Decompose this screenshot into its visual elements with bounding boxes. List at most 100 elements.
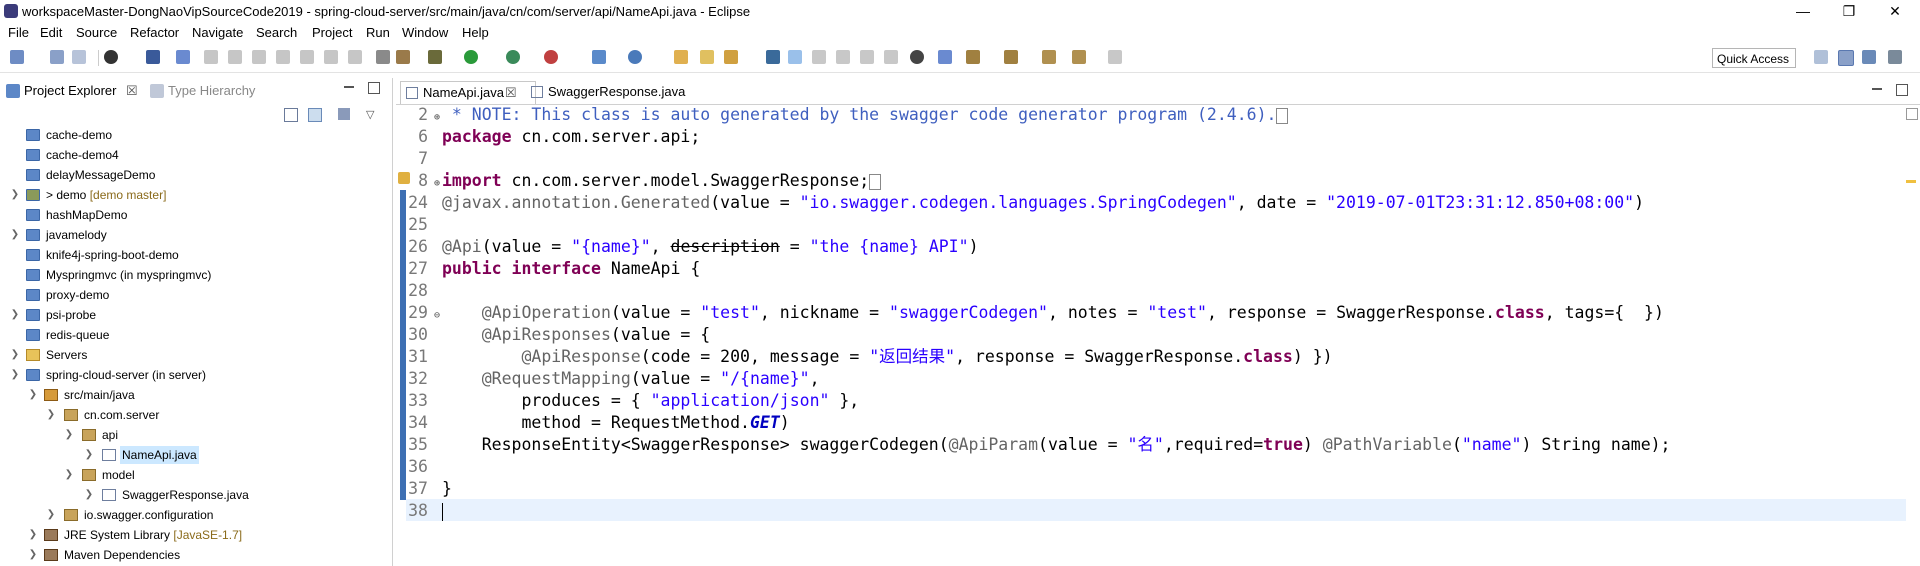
step-return-icon[interactable] <box>348 50 362 64</box>
mark-occurrences-icon[interactable] <box>788 50 802 64</box>
collapse-chevron-icon[interactable]: ❯ <box>64 466 74 484</box>
tree-item-spring-cloud-server[interactable]: ❯ spring-cloud-server (in server) <box>0 366 390 384</box>
tree-item-swaggerresponse-java[interactable]: ❯ SwaggerResponse.java <box>0 486 390 504</box>
code-line-38[interactable]: 38 <box>406 500 443 522</box>
tree-item-psi-probe[interactable]: ❯ psi-probe <box>0 306 390 324</box>
expand-chevron-icon[interactable]: ❯ <box>10 346 20 364</box>
debug-icon[interactable] <box>428 50 442 64</box>
expand-chevron-icon[interactable]: ❯ <box>84 486 94 504</box>
menu-refactor[interactable]: Refactor <box>130 25 179 40</box>
maximize-button[interactable]: ❐ <box>1826 0 1872 24</box>
collapse-chevron-icon[interactable]: ❯ <box>46 406 56 424</box>
minimize-view-icon[interactable] <box>344 86 354 88</box>
step-over-icon[interactable] <box>324 50 338 64</box>
tree-item-knife4j[interactable]: knife4j-spring-boot-demo <box>0 246 390 264</box>
java-ee-perspective-icon[interactable] <box>1838 50 1854 66</box>
tree-item-demo[interactable]: ❯ > demo [demo master] <box>0 186 390 204</box>
menu-file[interactable]: File <box>8 25 29 40</box>
pilcrow-icon[interactable] <box>860 50 874 64</box>
tree-item-src-main-java[interactable]: ❯ src/main/java <box>0 386 390 404</box>
tree-item-cache-demo[interactable]: cache-demo <box>0 126 390 144</box>
menu-edit[interactable]: Edit <box>40 25 62 40</box>
open-type-icon[interactable] <box>674 50 688 64</box>
globe-icon[interactable] <box>910 50 924 64</box>
new-java-project-icon[interactable] <box>592 50 606 64</box>
debug-perspective-icon[interactable] <box>1888 50 1902 64</box>
terminate-icon[interactable] <box>252 50 266 64</box>
next-annotation-icon[interactable] <box>766 50 780 64</box>
save-all-icon[interactable] <box>72 50 86 64</box>
collapse-all-icon[interactable] <box>284 108 298 122</box>
menu-run[interactable]: Run <box>366 25 390 40</box>
open-folder-icon[interactable] <box>700 50 714 64</box>
close-tab-icon[interactable]: ☒ <box>126 81 138 101</box>
tree-item-io-swagger-configuration[interactable]: ❯ io.swagger.configuration <box>0 506 390 524</box>
tree-item-hashmapdemo[interactable]: hashMapDemo <box>0 206 390 224</box>
close-button[interactable]: ✕ <box>1872 0 1918 24</box>
new-icon[interactable] <box>10 50 24 64</box>
folded-marker-icon[interactable] <box>869 173 882 190</box>
tab-nameapi-java[interactable]: NameApi.java ☒ <box>400 81 536 104</box>
maximize-view-icon[interactable] <box>368 82 380 94</box>
tree-item-model[interactable]: ❯ model <box>0 466 390 484</box>
warning-marker-icon[interactable] <box>398 172 410 184</box>
step-into-icon[interactable] <box>300 50 314 64</box>
last-edit-icon[interactable] <box>1042 50 1056 64</box>
menu-window[interactable]: Window <box>402 25 448 40</box>
skip-breakpoints-icon[interactable] <box>176 50 190 64</box>
overview-warning-marker[interactable] <box>1906 180 1916 183</box>
expand-chevron-icon[interactable]: ❯ <box>10 186 20 204</box>
run-icon[interactable] <box>464 50 478 64</box>
collapse-chevron-icon[interactable]: ❯ <box>28 386 38 404</box>
coverage-icon[interactable] <box>506 50 520 64</box>
show-whitespace-icon[interactable] <box>836 50 850 64</box>
tree-item-javamelody[interactable]: ❯ javamelody <box>0 226 390 244</box>
tree-item-myspringmvc[interactable]: Myspringmvc (in myspringmvc) <box>0 266 390 284</box>
expand-chevron-icon[interactable]: ❯ <box>84 446 94 464</box>
expand-chevron-icon[interactable]: ❯ <box>28 526 38 544</box>
folded-marker-icon[interactable] <box>1276 107 1289 124</box>
tree-item-servers[interactable]: ❯ Servers <box>0 346 390 364</box>
forward-icon[interactable] <box>1108 50 1122 64</box>
menu-navigate[interactable]: Navigate <box>192 25 243 40</box>
collapse-chevron-icon[interactable]: ❯ <box>64 426 74 444</box>
save-icon[interactable] <box>50 50 64 64</box>
menu-source[interactable]: Source <box>76 25 117 40</box>
tree-item-maven-dependencies[interactable]: ❯ Maven Dependencies <box>0 546 390 564</box>
expand-chevron-icon[interactable]: ❯ <box>10 226 20 244</box>
maven-icon[interactable] <box>938 50 952 64</box>
tree-item-jre-system-library[interactable]: ❯ JRE System Library [JavaSE-1.7] <box>0 526 390 544</box>
java-perspective-icon[interactable] <box>1862 50 1876 64</box>
view-menu-filter-icon[interactable] <box>338 108 350 120</box>
menu-project[interactable]: Project <box>312 25 352 40</box>
maximize-editor-icon[interactable] <box>1896 84 1908 96</box>
menu-search[interactable]: Search <box>256 25 297 40</box>
use-step-filters-icon[interactable] <box>396 50 410 64</box>
expand-chevron-icon[interactable]: ❯ <box>46 506 56 524</box>
tree-item-api[interactable]: ❯ api <box>0 426 390 444</box>
minimize-button[interactable]: — <box>1780 0 1826 24</box>
expand-chevron-icon[interactable]: ❯ <box>28 546 38 564</box>
next-edit-icon[interactable] <box>966 50 980 64</box>
tab-swaggerresponse-java[interactable]: SwaggerResponse.java <box>526 81 708 103</box>
open-perspective-icon[interactable] <box>1814 50 1828 64</box>
back-icon[interactable] <box>1072 50 1086 64</box>
tab-project-explorer[interactable]: Project Explorer ☒ <box>0 81 144 101</box>
tab-type-hierarchy[interactable]: Type Hierarchy <box>148 81 255 101</box>
quick-access-input[interactable]: Quick Access <box>1712 48 1796 68</box>
suspend-icon[interactable] <box>228 50 242 64</box>
tree-item-delaymessagedemo[interactable]: delayMessageDemo <box>0 166 390 184</box>
tree-item-nameapi-java[interactable]: ❯ NameApi.java <box>0 446 390 464</box>
tree-item-redis-queue[interactable]: redis-queue <box>0 326 390 344</box>
menu-help[interactable]: Help <box>462 25 489 40</box>
external-tools-icon[interactable] <box>544 50 558 64</box>
new-package-icon[interactable] <box>628 50 642 64</box>
search-tool-icon[interactable] <box>724 50 738 64</box>
tree-item-cache-demo4[interactable]: cache-demo4 <box>0 146 390 164</box>
tree-item-proxy-demo[interactable]: proxy-demo <box>0 286 390 304</box>
link-with-editor-icon[interactable] <box>308 108 322 122</box>
word-wrap-icon[interactable] <box>884 50 898 64</box>
profile-icon[interactable] <box>104 50 118 64</box>
previous-edit-icon[interactable] <box>1004 50 1018 64</box>
collapse-chevron-icon[interactable]: ❯ <box>10 366 20 384</box>
